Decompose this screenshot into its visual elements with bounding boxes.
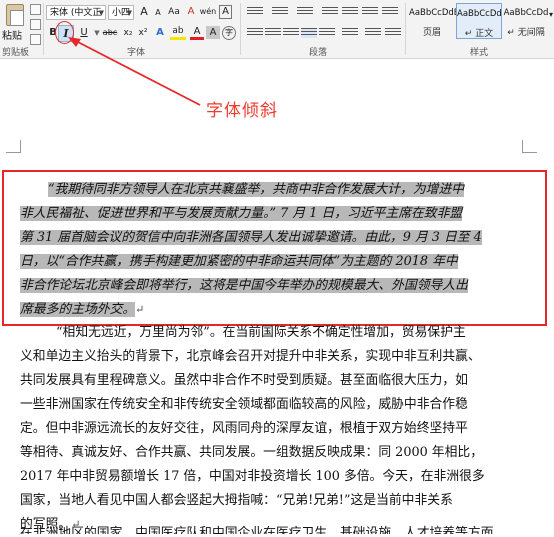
cut-off-line: 在非洲地区的国家，中国医疗队和中国企业在医疗卫生、基础设施、人才培养等方面 xyxy=(20,526,494,534)
quote-line-text: 日，以“合作共赢，携手构建更加紧密的中非命运共同体”为主题的 2018 年中 xyxy=(20,254,458,269)
quote-line-text: 非人民福祉、促进世界和平与发展贡献力量。” 7 月 1 日，习近平主席在致非盟 xyxy=(20,206,463,221)
body-line: 义和单边主义抬头的背景下，北京峰会召开对提升中非关系，实现中非互利共赢、 xyxy=(20,349,481,364)
italic-paragraph[interactable]: “我期待同非方领导人在北京共襄盛举，共商中非合作发展大计，为增进中 非人民福祉、… xyxy=(20,178,540,322)
page-corner-mark xyxy=(6,140,21,153)
body-line: 共同发展具有里程碑意义。虽然中非合作不时受到质疑。甚至面临很大压力，如 xyxy=(20,373,468,388)
body-line: 一些非洲国家在传统安全和非传统安全领域都面临较高的风险，威胁中非合作稳 xyxy=(20,397,468,412)
quote-line: 非合作论坛北京峰会即将举行，这将是中国今年举办的规模最大、外国领导人出 xyxy=(20,274,540,298)
paragraph-mark-icon: ↵ xyxy=(135,303,145,316)
quote-line-text: 第 31 届首脑会议的贺信中向非洲各国领导人发出诚挚邀请。由此，9 月 3 日至… xyxy=(20,230,482,245)
quote-line: 日，以“合作共赢，携手构建更加紧密的中非命运共同体”为主题的 2018 年中 xyxy=(20,250,540,274)
annotation-label: 字体倾斜 xyxy=(206,101,278,121)
page-corner-mark xyxy=(522,140,537,153)
body-paragraph[interactable]: “相知无远近，万里尚为邻”。在当前国际关系不确定性增加，贸易保护主 义和单边主义… xyxy=(20,321,540,537)
quote-line-text: “我期待同非方领导人在北京共襄盛举，共商中非合作发展大计，为增进中 xyxy=(48,182,465,197)
body-line: “相知无远近，万里尚为邻”。在当前国际关系不确定性增加，贸易保护主 xyxy=(56,325,466,340)
quote-line: 非人民福祉、促进世界和平与发展贡献力量。” 7 月 1 日，习近平主席在致非盟 xyxy=(20,202,540,226)
body-line: 等相待、真诚友好、合作共赢、共同发展。一组数据反映成果：同 2000 年相比， xyxy=(20,445,483,460)
body-line: 2017 年中非贸易额增长 17 倍，中国对非投资增长 100 多倍。今天，在非… xyxy=(20,469,485,484)
quote-line: 第 31 届首脑会议的贺信中向非洲各国领导人发出诚挚邀请。由此，9 月 3 日至… xyxy=(20,226,540,250)
quote-line: “我期待同非方领导人在北京共襄盛举，共商中非合作发展大计，为增进中 xyxy=(20,178,540,202)
body-line: 定。但中非源远流长的友好交往，风雨同舟的深厚友谊，根植于双方始终坚持平 xyxy=(20,421,468,436)
body-line: 国家，当地人看见中国人都会竖起大拇指喊：“兄弟!兄弟!”这是当前中非关系 xyxy=(20,493,453,508)
quote-line-text: 非合作论坛北京峰会即将举行，这将是中国今年举办的规模最大、外国领导人出 xyxy=(20,278,468,293)
quote-line-text: 席最多的主场外交。 xyxy=(20,302,136,317)
quote-line: 席最多的主场外交。↵ xyxy=(20,298,540,322)
